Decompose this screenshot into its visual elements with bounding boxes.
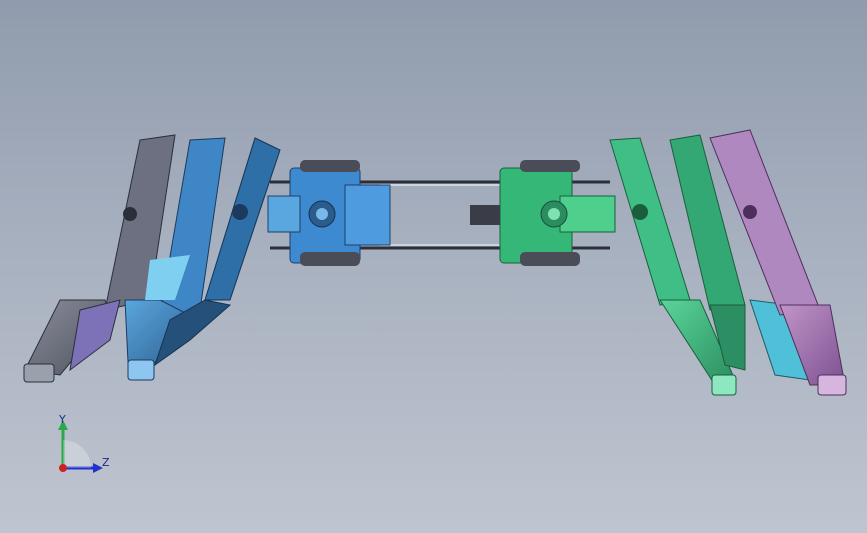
robot-assembly-model[interactable] — [0, 0, 867, 533]
axis-y-label: Y — [59, 413, 66, 426]
cad-viewport[interactable]: Y Z — [0, 0, 867, 533]
left-servo-module — [267, 160, 391, 266]
right-servo-module — [470, 160, 616, 266]
axis-z-label: Z — [102, 456, 110, 469]
axis-triad — [58, 420, 103, 473]
